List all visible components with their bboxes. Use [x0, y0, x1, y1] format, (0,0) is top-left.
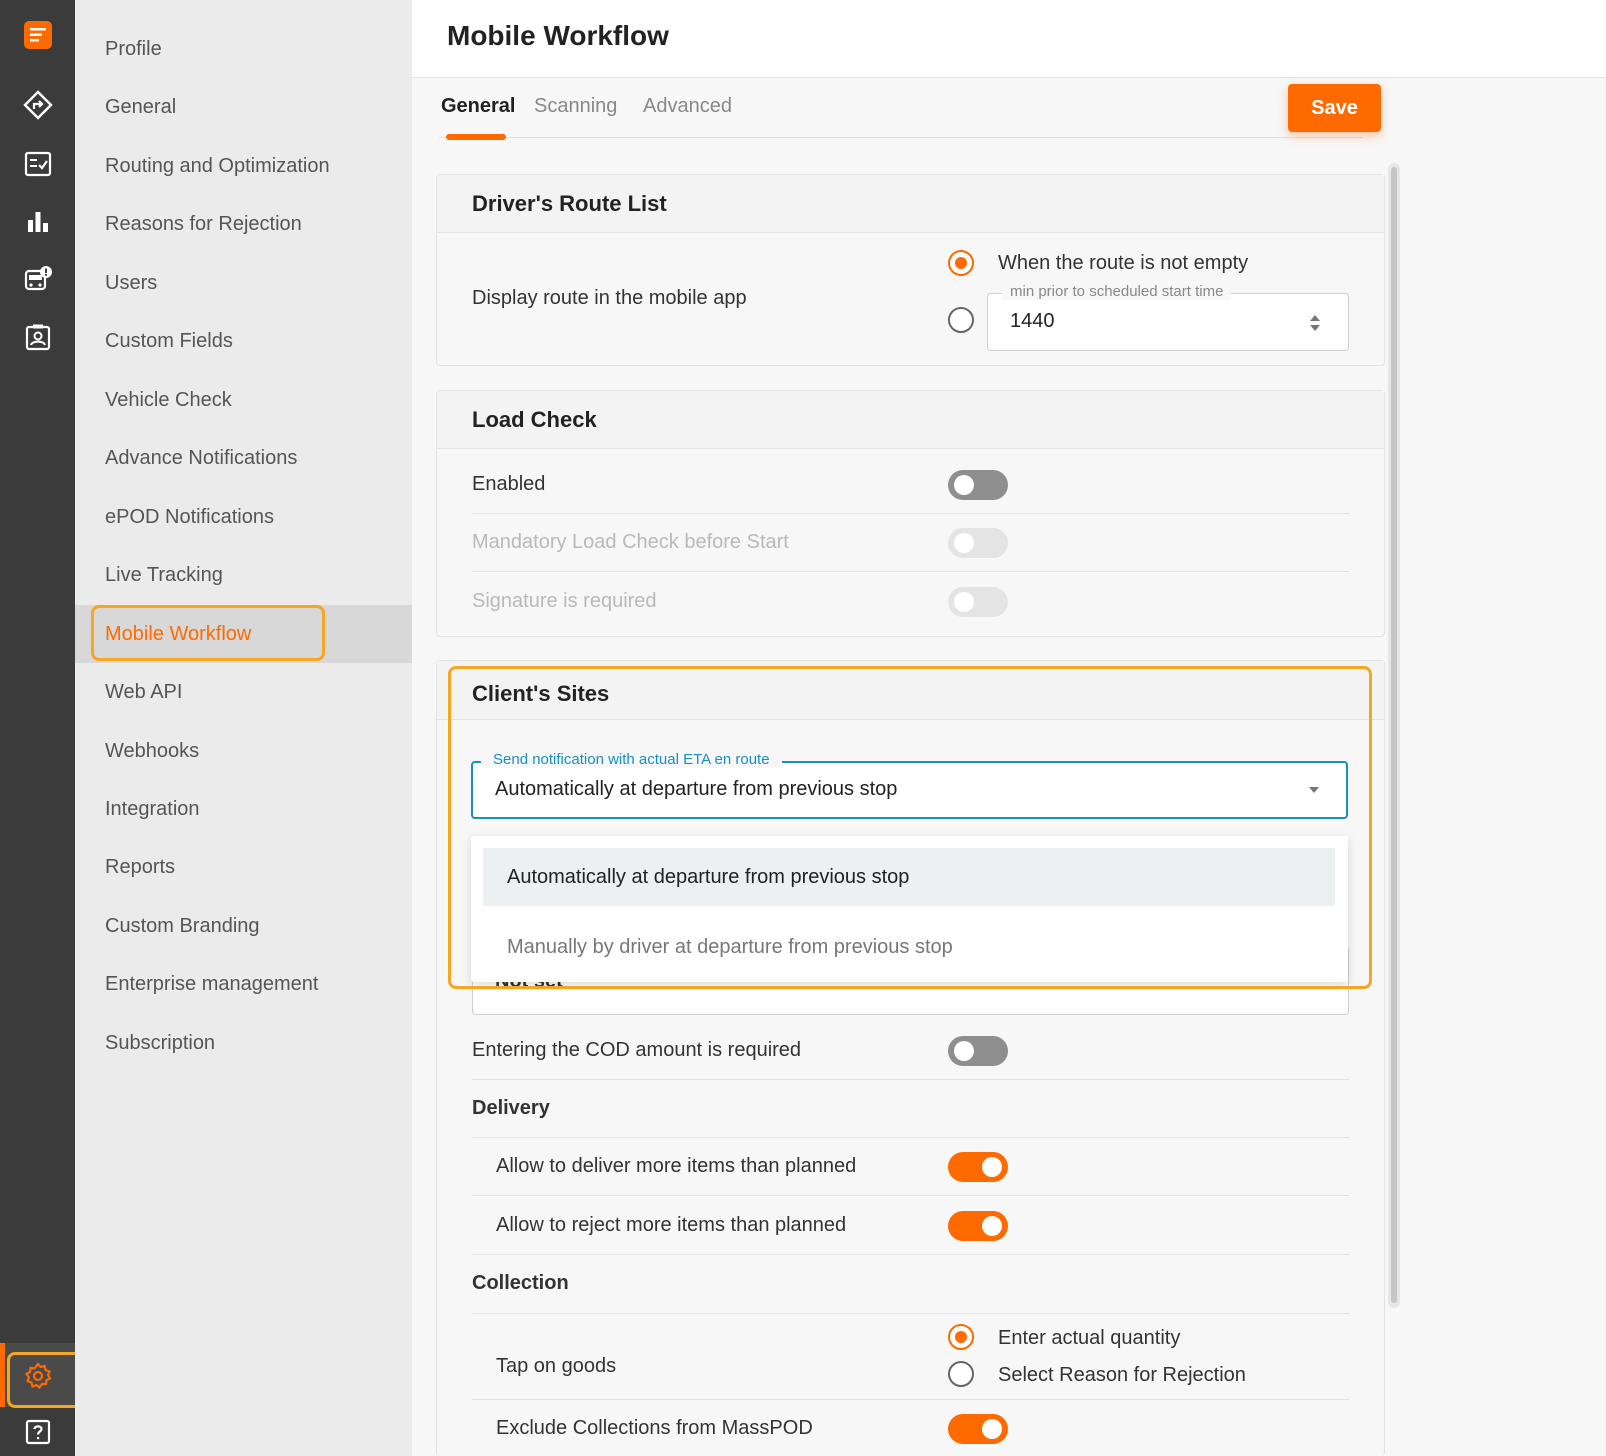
icon-rail	[0, 0, 105, 1456]
delivery-heading: Delivery	[472, 1097, 550, 1119]
route-list-card: Driver's Route List Display route in the…	[436, 174, 1385, 366]
client-sites-highlight-frame	[448, 666, 1372, 989]
collection-heading: Collection	[472, 1272, 569, 1294]
help-icon[interactable]	[22, 1416, 54, 1448]
radio-min-prior[interactable]	[948, 307, 974, 333]
divider	[472, 513, 1349, 514]
load-check-card: Load Check Enabled Mandatory Load Check …	[436, 390, 1385, 637]
route-icon[interactable]	[22, 89, 54, 121]
radio-not-empty-label: When the route is not empty	[998, 252, 1249, 274]
nav-item-epod-notifications[interactable]: ePOD Notifications	[105, 488, 274, 546]
load-check-title: Load Check	[437, 391, 1384, 449]
tab-advanced[interactable]: Advanced	[643, 95, 732, 118]
page-title: Mobile Workflow	[447, 20, 669, 51]
divider	[472, 1254, 1349, 1255]
min-prior-stepper[interactable]: 1440	[987, 293, 1349, 351]
cod-required-label: Entering the COD amount is required	[472, 1039, 802, 1061]
divider	[472, 1399, 1349, 1400]
nav-item-custom-fields[interactable]: Custom Fields	[105, 312, 233, 370]
min-prior-value: 1440	[1010, 310, 1055, 332]
reject-more-toggle[interactable]	[948, 1211, 1008, 1241]
vehicle-alert-icon[interactable]	[22, 264, 54, 296]
nav-item-routing[interactable]: Routing and Optimization	[105, 137, 330, 195]
nav-item-custom-branding[interactable]: Custom Branding	[105, 897, 260, 955]
analytics-icon[interactable]	[22, 206, 54, 238]
top-bar: Mobile Workflow	[412, 0, 1606, 78]
radio-not-empty[interactable]	[948, 250, 974, 276]
nav-item-users[interactable]: Users	[105, 254, 157, 312]
exclude-masspod-toggle[interactable]	[948, 1414, 1008, 1444]
nav-item-integration[interactable]: Integration	[105, 780, 200, 838]
radio-reason-rejection[interactable]	[948, 1361, 974, 1387]
mandatory-load-check-toggle	[948, 528, 1008, 558]
driver-badge-icon[interactable]	[22, 321, 54, 353]
nav-item-webhooks[interactable]: Webhooks	[105, 722, 199, 780]
load-check-enabled-label: Enabled	[472, 473, 546, 495]
tab-active-indicator	[446, 134, 506, 140]
tab-general[interactable]: General	[441, 95, 515, 118]
nav-item-profile[interactable]: Profile	[105, 20, 162, 78]
signature-required-label: Signature is required	[472, 590, 657, 612]
radio-reason-rejection-label: Select Reason for Rejection	[998, 1364, 1246, 1386]
tab-scanning[interactable]: Scanning	[534, 95, 617, 118]
mandatory-load-check-label: Mandatory Load Check before Start	[472, 531, 789, 553]
tap-on-goods-label: Tap on goods	[496, 1355, 617, 1377]
nav-item-subscription[interactable]: Subscription	[105, 1014, 215, 1072]
settings-nav: Profile General Routing and Optimization…	[75, 0, 412, 1456]
save-button[interactable]: Save	[1288, 84, 1381, 132]
divider	[472, 1195, 1349, 1196]
app-logo-icon[interactable]	[22, 19, 54, 51]
display-route-label: Display route in the mobile app	[472, 287, 747, 309]
main-content: Mobile Workflow General Scanning Advance…	[412, 0, 1606, 1456]
signature-required-toggle	[948, 587, 1008, 617]
load-check-enabled-toggle[interactable]	[948, 470, 1008, 500]
radio-actual-quantity-label: Enter actual quantity	[998, 1327, 1181, 1349]
nav-item-reasons-rejection[interactable]: Reasons for Rejection	[105, 195, 302, 253]
reject-more-label: Allow to reject more items than planned	[496, 1214, 847, 1236]
scrollbar-thumb[interactable]	[1391, 167, 1397, 1303]
nav-item-advance-notifications[interactable]: Advance Notifications	[105, 429, 297, 487]
nav-item-reports[interactable]: Reports	[105, 838, 175, 896]
deliver-more-label: Allow to deliver more items than planned	[496, 1155, 857, 1177]
min-prior-field-label: min prior to scheduled start time	[1002, 283, 1232, 300]
nav-item-general[interactable]: General	[105, 78, 176, 136]
task-list-icon[interactable]	[22, 148, 54, 180]
exclude-masspod-label: Exclude Collections from MassPOD	[496, 1417, 813, 1439]
nav-item-live-tracking[interactable]: Live Tracking	[105, 546, 223, 604]
nav-item-web-api[interactable]: Web API	[105, 663, 182, 721]
nav-item-vehicle-check[interactable]: Vehicle Check	[105, 371, 232, 429]
cod-required-toggle[interactable]	[948, 1036, 1008, 1066]
nav-highlight-frame	[91, 605, 325, 661]
route-list-title: Driver's Route List	[437, 175, 1384, 233]
divider	[472, 1313, 1349, 1314]
tabs-divider	[439, 137, 1363, 138]
divider	[472, 571, 1349, 572]
divider	[472, 1079, 1349, 1080]
radio-actual-quantity[interactable]	[948, 1324, 974, 1350]
scrollbar[interactable]	[1388, 163, 1400, 1308]
nav-item-enterprise-management[interactable]: Enterprise management	[105, 955, 318, 1013]
deliver-more-toggle[interactable]	[948, 1152, 1008, 1182]
divider	[472, 1137, 1349, 1138]
stepper-arrows-icon[interactable]	[1308, 311, 1322, 335]
